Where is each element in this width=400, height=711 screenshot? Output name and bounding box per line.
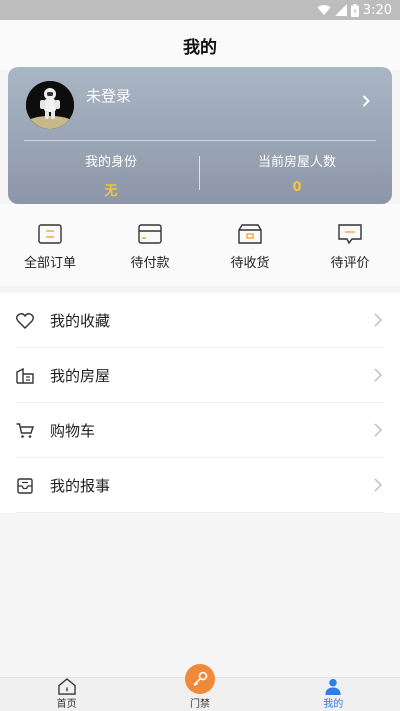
- card-divider: [24, 140, 376, 141]
- key-icon: [193, 671, 208, 687]
- menu-item-my-house[interactable]: 我的房屋: [0, 348, 400, 403]
- menu-item-cart[interactable]: 购物车: [0, 403, 400, 458]
- chevron-right-icon: [374, 368, 382, 382]
- page-title: 我的: [183, 37, 217, 58]
- identity-stat: 我的身份 无: [16, 151, 206, 199]
- card-icon: [138, 224, 162, 244]
- cart-icon: [16, 422, 34, 440]
- status-icons: 3:20: [317, 2, 392, 18]
- chevron-right-icon: [374, 423, 382, 437]
- signal-icon: [334, 4, 347, 16]
- order-pending-review-label: 待评价: [330, 256, 370, 271]
- menu-item-reports-label: 我的报事: [50, 477, 111, 495]
- tab-mine[interactable]: 我的: [267, 678, 400, 711]
- residents-label: 当前房屋人数: [257, 155, 336, 170]
- user-icon: [325, 678, 341, 695]
- order-pending-receipt-button[interactable]: 待收货: [200, 204, 300, 286]
- order-all-label: 全部订单: [23, 256, 76, 271]
- wifi-icon: [317, 5, 331, 15]
- astronaut-avatar-icon: [26, 81, 74, 129]
- menu-item-reports[interactable]: 我的报事: [0, 458, 400, 513]
- home-icon: [57, 678, 76, 695]
- menu-item-my-house-label: 我的房屋: [50, 367, 111, 385]
- order-pending-payment-button[interactable]: 待付款: [100, 204, 200, 286]
- comment-icon: [338, 224, 362, 244]
- box-icon: [238, 224, 262, 244]
- tab-home-label: 首页: [56, 699, 77, 710]
- building-icon: [16, 367, 34, 385]
- order-pending-review-button[interactable]: 待评价: [300, 204, 400, 286]
- chevron-right-icon: [374, 478, 382, 492]
- status-bar: 3:20: [0, 0, 400, 20]
- chevron-right-icon: [374, 313, 382, 327]
- page-header: 我的: [0, 20, 400, 70]
- bottom-tab-bar: 首页 门禁 我的: [0, 664, 400, 711]
- menu-item-favorites-label: 我的收藏: [50, 312, 111, 330]
- inbox-icon: [16, 477, 34, 495]
- profile-card[interactable]: 未登录 我的身份 无 当前房屋人数 0: [8, 67, 392, 204]
- menu-item-favorites[interactable]: 我的收藏: [0, 293, 400, 348]
- menu-item-cart-label: 购物车: [50, 422, 96, 440]
- status-time: 3:20: [362, 2, 392, 18]
- battery-icon: [350, 3, 359, 17]
- tab-access-control-label: 门禁: [189, 699, 210, 710]
- identity-label: 我的身份: [84, 155, 137, 170]
- order-all-button[interactable]: 全部订单: [0, 204, 100, 286]
- residents-stat: 当前房屋人数 0: [202, 151, 392, 195]
- tab-access-control[interactable]: 门禁: [133, 664, 266, 711]
- order-pending-payment-label: 待付款: [130, 256, 170, 271]
- order-list-icon: [38, 224, 62, 244]
- tab-home[interactable]: 首页: [0, 678, 133, 711]
- chevron-right-icon[interactable]: [362, 95, 370, 107]
- tab-mine-label: 我的: [323, 699, 344, 710]
- login-status-text[interactable]: 未登录: [86, 85, 131, 106]
- identity-value: 无: [104, 184, 118, 199]
- heart-icon: [16, 312, 34, 330]
- avatar[interactable]: [26, 81, 74, 129]
- residents-value: 0: [292, 180, 302, 195]
- orders-row: 全部订单 待付款 待收货 待评价: [0, 204, 400, 286]
- menu-list: 我的收藏 我的房屋 购物车 我的报事: [0, 293, 400, 513]
- order-pending-receipt-label: 待收货: [230, 256, 270, 271]
- access-control-button[interactable]: [184, 664, 215, 694]
